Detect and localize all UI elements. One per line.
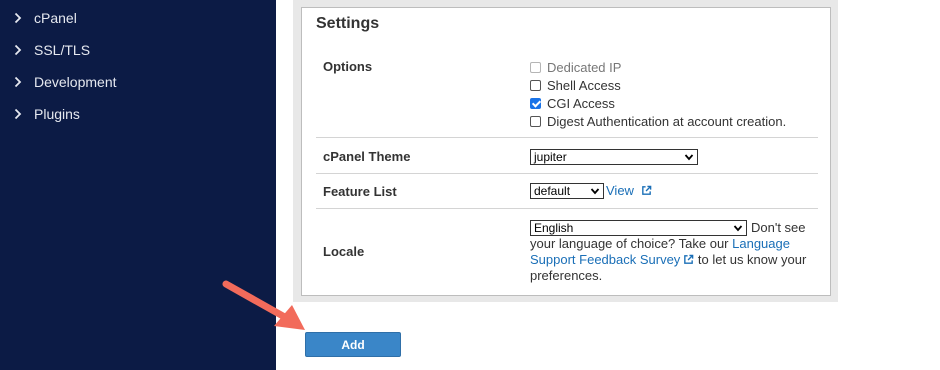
cgi-access-option[interactable]: CGI Access: [530, 96, 615, 111]
digest-auth-label: Digest Authentication at account creatio…: [547, 114, 787, 129]
chevron-right-icon: [14, 44, 24, 56]
row-divider: [316, 208, 818, 209]
cgi-access-label: CGI Access: [547, 96, 615, 111]
chevron-right-icon: [14, 108, 24, 120]
external-link-icon: [641, 185, 651, 195]
shell-access-option[interactable]: Shell Access: [530, 78, 621, 93]
options-label: Options: [323, 59, 373, 74]
sidebar: cPanel SSL/TLS Development Plugins: [0, 0, 276, 370]
locale-value: English: [534, 221, 574, 235]
sidebar-item-plugins[interactable]: Plugins: [14, 104, 80, 124]
dedicated-ip-option: Dedicated IP: [530, 60, 621, 75]
sidebar-item-development[interactable]: Development: [14, 72, 117, 92]
shell-access-label: Shell Access: [547, 78, 621, 93]
locale-help: English Don't see your language of choic…: [530, 220, 820, 284]
chevron-down-icon: [733, 225, 743, 232]
dedicated-ip-checkbox: [530, 62, 541, 73]
view-link-text[interactable]: View: [606, 183, 634, 198]
sidebar-item-label: Plugins: [34, 106, 80, 122]
feature-list-label: Feature List: [323, 184, 397, 199]
sidebar-item-label: cPanel: [34, 10, 77, 26]
cpanel-theme-label: cPanel Theme: [323, 149, 411, 164]
chevron-right-icon: [14, 76, 24, 88]
cpanel-theme-select[interactable]: jupiter: [530, 149, 698, 165]
locale-select[interactable]: English: [530, 220, 747, 236]
settings-panel: Settings Options Dedicated IP Shell Acce…: [301, 7, 831, 296]
cpanel-theme-value: jupiter: [534, 150, 567, 164]
sidebar-item-ssl-tls[interactable]: SSL/TLS: [14, 40, 90, 60]
chevron-down-icon: [684, 154, 694, 161]
digest-auth-checkbox[interactable]: [530, 116, 541, 127]
locale-label: Locale: [323, 244, 365, 259]
cgi-access-checkbox[interactable]: [530, 98, 541, 109]
external-link-icon: [684, 254, 694, 264]
sidebar-item-label: SSL/TLS: [34, 42, 91, 58]
chevron-down-icon: [590, 188, 600, 195]
feature-list-select[interactable]: default: [530, 183, 604, 199]
add-button[interactable]: Add: [305, 332, 401, 357]
shell-access-checkbox[interactable]: [530, 80, 541, 91]
row-divider: [316, 173, 818, 174]
feature-list-value: default: [534, 184, 571, 198]
dedicated-ip-label: Dedicated IP: [547, 60, 622, 75]
row-divider: [316, 137, 818, 138]
sidebar-item-cpanel[interactable]: cPanel: [14, 8, 77, 28]
panel-title: Settings: [316, 15, 380, 32]
digest-auth-option[interactable]: Digest Authentication at account creatio…: [530, 114, 786, 129]
sidebar-item-label: Development: [34, 74, 117, 90]
feature-list-view-link[interactable]: View: [606, 183, 652, 198]
chevron-right-icon: [14, 12, 24, 24]
